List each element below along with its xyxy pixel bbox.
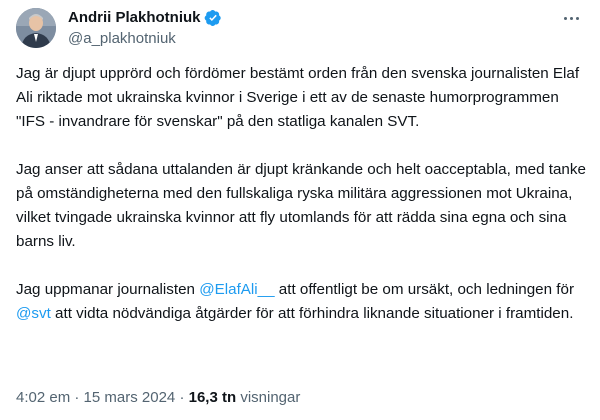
tweet-meta: 4:02 em · 15 mars 2024 · 16,3 tn visning…	[16, 388, 300, 408]
tweet-time[interactable]: 4:02 em	[16, 389, 70, 406]
mention-link-elafali[interactable]: @ElafAli__	[199, 281, 274, 298]
views-label: visningar	[236, 389, 301, 406]
tweet-text-segment: att vidta nödvändiga åtgärder för att fö…	[50, 305, 574, 322]
avatar[interactable]	[16, 8, 56, 48]
author-handle[interactable]: @a_plakhotniuk	[68, 29, 222, 49]
avatar-image	[16, 8, 56, 48]
author-block: Andrii Plakhotniuk @a_plakhotniuk	[68, 8, 222, 49]
mention-link-svt[interactable]: @svt	[16, 305, 51, 322]
meta-separator: ·	[175, 389, 189, 406]
tweet-date[interactable]: 15 mars 2024	[84, 389, 176, 406]
meta-separator: ·	[70, 389, 84, 406]
tweet-paragraph-3: Jag uppmanar journalisten @ElafAli__ att…	[16, 278, 586, 326]
author-name[interactable]: Andrii Plakhotniuk	[68, 8, 201, 28]
tweet-text-segment: Jag uppmanar journalisten	[16, 281, 200, 298]
views-count: 16,3 tn	[188, 389, 237, 406]
tweet-text-segment: att offentligt be om ursäkt, och ledning…	[274, 281, 575, 298]
tweet-paragraph-2: Jag anser att sådana uttalanden är djupt…	[16, 161, 586, 250]
tweet-paragraph-1: Jag är djupt upprörd och fördömer bestäm…	[16, 65, 580, 130]
more-options-icon[interactable]	[556, 6, 586, 30]
verified-badge-icon[interactable]	[204, 9, 222, 27]
tweet-text: Jag är djupt upprörd och fördömer bestäm…	[16, 62, 586, 326]
